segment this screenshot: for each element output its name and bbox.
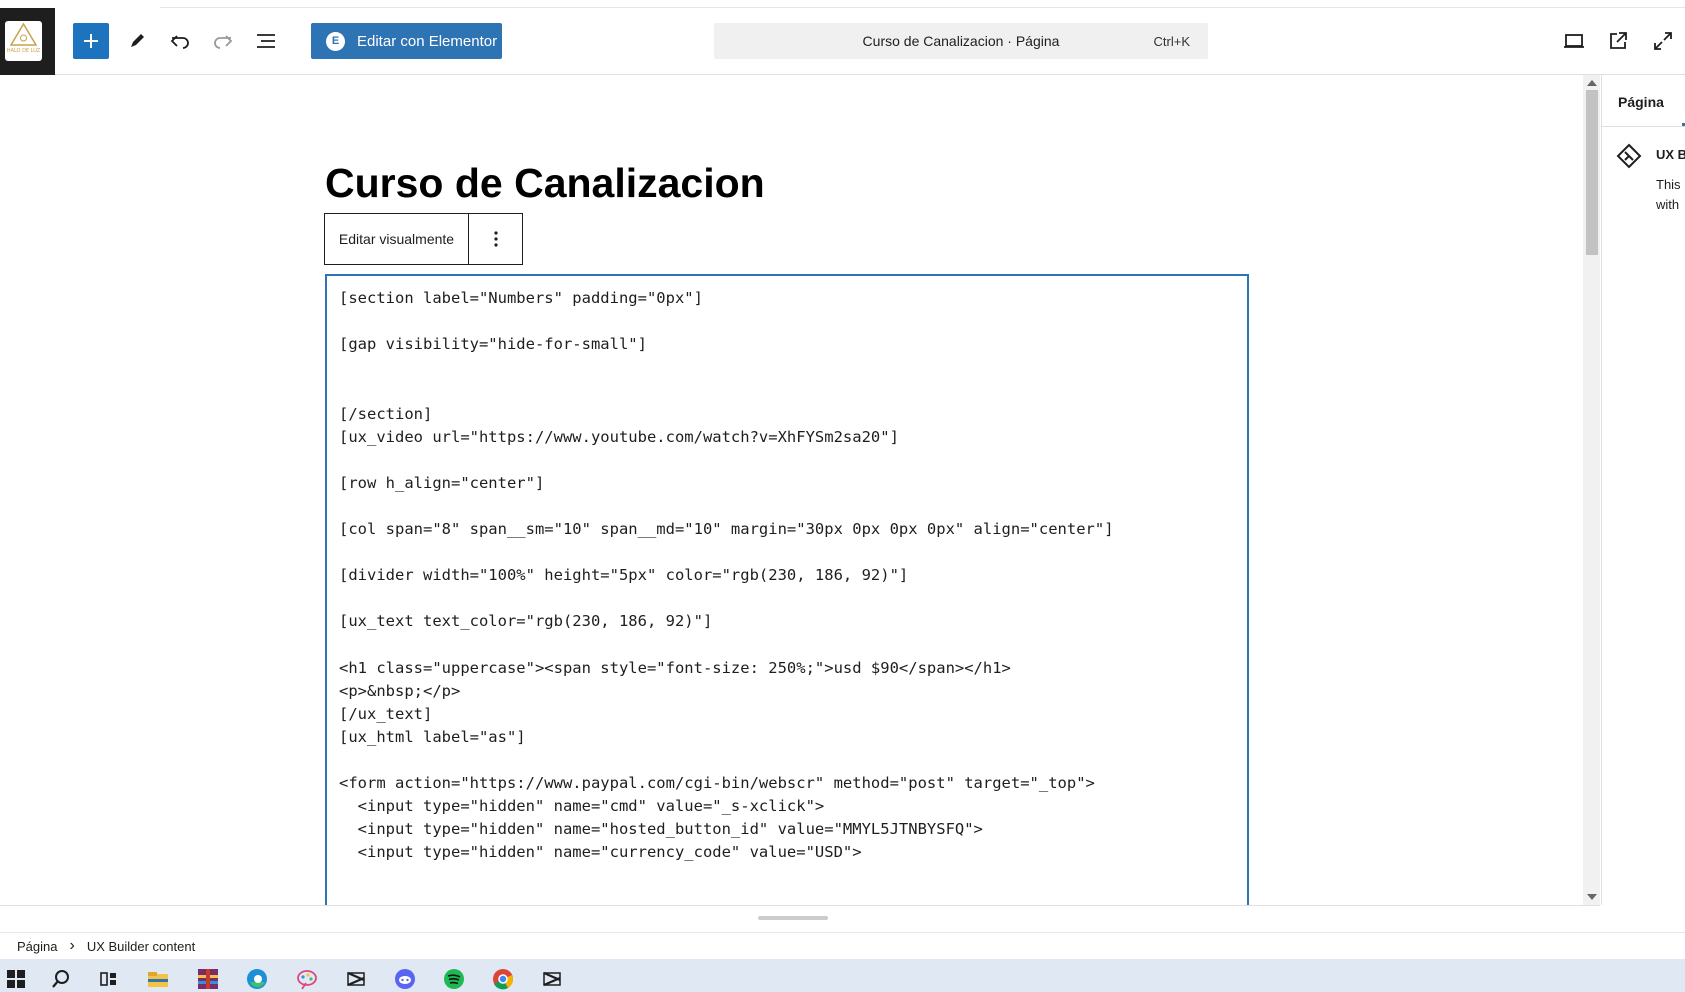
block-toolbar: Editar visualmente [324,213,523,265]
code-line[interactable]: <input type="hidden" name="currency_code… [339,842,862,862]
ux-desc-line-2: with [1656,197,1680,212]
resize-handle[interactable] [758,916,828,920]
canvas-scrollbar[interactable] [1583,75,1600,905]
windows-start-icon[interactable] [5,968,27,990]
breadcrumb-page[interactable]: Página [17,939,57,954]
site-logo-text: HALO DE LUZ [7,48,41,54]
elementor-button-label: Editar con Elementor [357,32,498,50]
discord-icon[interactable] [394,968,416,990]
fullscreen-icon [1654,32,1672,50]
document-overview-button[interactable] [248,23,284,59]
elementor-icon: E [326,31,345,51]
site-logo-button[interactable]: HALO DE LUZ [0,8,55,75]
external-link-icon [1610,32,1627,49]
edit-with-elementor-button[interactable]: E Editar con Elementor [311,23,502,59]
settings-toggle-button[interactable] [1645,23,1681,59]
windows-taskbar [0,959,1685,992]
canvas-resize-bar [0,905,1600,932]
search-icon[interactable] [50,968,72,990]
code-line[interactable]: [/ux_text] [339,704,432,724]
more-vertical-icon [493,231,498,247]
preview-button[interactable] [1556,23,1592,59]
document-title: Curso de Canalizacion · Página [862,33,1060,49]
list-view-icon [257,34,275,48]
header-top-strip [160,0,1685,8]
paint-icon[interactable] [296,968,318,990]
code-line[interactable]: [ux_html label="as"] [339,727,526,747]
code-line[interactable]: <input type="hidden" name="hosted_button… [339,819,983,839]
ux-builder-icon [1616,143,1642,174]
code-line[interactable]: [col span="8" span__sm="10" span__md="10… [339,519,1114,539]
view-page-button[interactable] [1600,23,1636,59]
command-shortcut: Ctrl+K [1153,34,1190,49]
code-line[interactable]: [ux_video url="https://www.youtube.com/w… [339,427,899,447]
undo-icon [170,35,189,49]
pencil-icon [131,34,144,47]
ux-builder-panel-title: UX B [1656,147,1685,162]
code-line[interactable]: [/section] [339,404,432,424]
breadcrumb-ux-builder-content[interactable]: UX Builder content [87,939,195,954]
chrome-icon[interactable] [492,968,514,990]
tools-button[interactable] [119,23,155,59]
desktop-icon [1564,34,1584,48]
code-line[interactable]: [row h_align="center"] [339,473,544,493]
post-title[interactable]: Curso de Canalizacion [325,160,765,207]
command-palette-button[interactable]: Curso de Canalizacion · Página Ctrl+K [714,23,1208,59]
scrollbar-thumb[interactable] [1586,90,1598,255]
code-line[interactable]: [section label="Numbers" padding="0px"] [339,288,703,308]
editor-canvas[interactable]: Curso de Canalizacion Editar visualmente… [0,75,1600,914]
editor-header: HALO DE LUZ E Editar con Elementor Curso… [0,0,1685,75]
scroll-down-icon[interactable] [1587,894,1597,900]
edge-icon[interactable] [246,968,268,990]
code-line[interactable]: <form action="https://www.paypal.com/cgi… [339,773,1095,793]
settings-sidebar: Página UX B This with [1601,75,1685,905]
capcut-icon[interactable] [345,968,367,990]
code-line[interactable]: [ux_text text_color="rgb(230, 186, 92)"] [339,611,712,631]
redo-button[interactable] [205,23,241,59]
file-explorer-icon[interactable] [147,968,169,990]
ux-desc-line-1: This [1656,177,1681,192]
task-view-icon[interactable] [98,968,120,990]
scroll-up-icon[interactable] [1587,80,1597,86]
code-line[interactable]: <input type="hidden" name="cmd" value="_… [339,796,825,816]
edit-visually-button[interactable]: Editar visualmente [325,214,469,264]
code-line[interactable]: <h1 class="uppercase"><span style="font-… [339,658,1011,678]
redo-icon [214,35,233,49]
winrar-icon[interactable] [197,968,219,990]
sidebar-tabs-divider [1602,126,1685,127]
spotify-icon[interactable] [443,968,465,990]
ux-builder-code-editor[interactable]: [section label="Numbers" padding="0px"] [… [325,274,1249,914]
site-logo-icon: HALO DE LUZ [5,21,42,61]
editor-window: HALO DE LUZ E Editar con Elementor Curso… [0,0,1685,992]
block-options-button[interactable] [469,214,522,264]
code-line[interactable]: [gap visibility="hide-for-small"] [339,334,647,354]
code-line[interactable]: <p>&nbsp;</p> [339,681,460,701]
block-breadcrumb: Página › UX Builder content [0,932,1685,959]
undo-button[interactable] [162,23,198,59]
code-line[interactable]: [divider width="100%" height="5px" color… [339,565,908,585]
tab-page[interactable]: Página [1618,94,1664,110]
plus-icon [84,34,98,48]
capcut-icon[interactable] [541,968,563,990]
add-block-button[interactable] [73,23,109,59]
chevron-right-icon: › [69,937,75,954]
ux-builder-panel-description: This with [1656,175,1681,215]
